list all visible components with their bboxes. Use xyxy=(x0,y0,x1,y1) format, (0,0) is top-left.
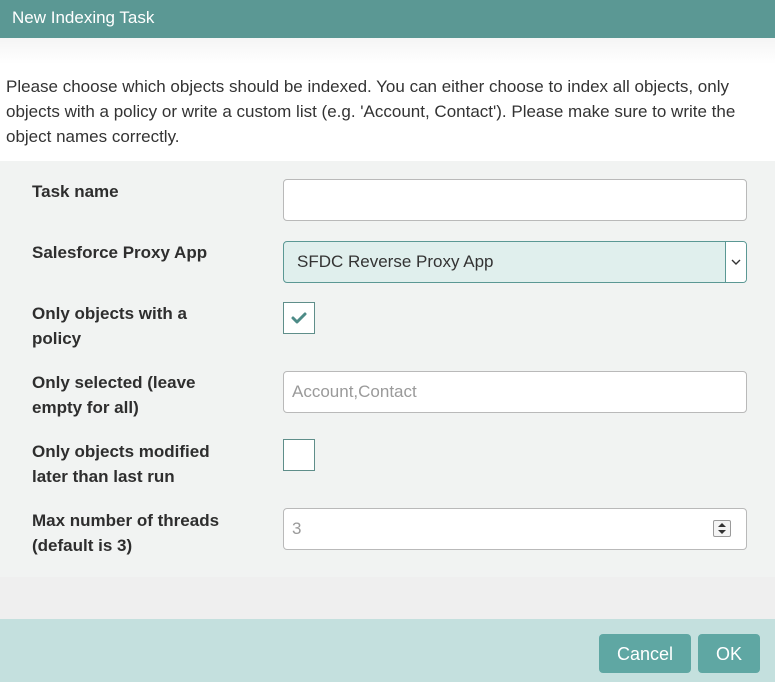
proxy-app-label: Salesforce Proxy App xyxy=(32,243,208,262)
only-selected-input[interactable] xyxy=(283,371,747,413)
modified-since-last-run-checkbox[interactable] xyxy=(283,439,315,471)
dialog-title-bar: New Indexing Task xyxy=(0,0,775,38)
only-selected-label: Only selected (leave empty for all) xyxy=(32,373,196,417)
max-threads-input[interactable] xyxy=(283,508,747,550)
only-with-policy-checkbox[interactable] xyxy=(283,302,315,334)
chevron-down-icon[interactable] xyxy=(725,242,746,282)
intro-text: Please choose which objects should be in… xyxy=(0,64,775,161)
task-name-label: Task name xyxy=(32,182,119,201)
task-name-input[interactable] xyxy=(283,179,747,221)
form-spacer xyxy=(0,577,775,619)
proxy-app-selected-value: SFDC Reverse Proxy App xyxy=(297,252,494,271)
proxy-app-select[interactable]: SFDC Reverse Proxy App xyxy=(283,241,747,283)
max-threads-label: Max number of threads (default is 3) xyxy=(32,511,220,555)
dialog-title: New Indexing Task xyxy=(12,8,155,27)
modified-since-last-run-label: Only objects modified later than last ru… xyxy=(32,442,210,486)
ok-button[interactable]: OK xyxy=(698,634,760,673)
max-threads-field xyxy=(283,508,747,550)
header-divider xyxy=(0,38,775,64)
cancel-button[interactable]: Cancel xyxy=(599,634,691,673)
spinner-arrows-icon[interactable] xyxy=(713,520,731,537)
checkmark-icon xyxy=(291,312,307,324)
only-with-policy-label: Only objects with a policy xyxy=(32,304,187,348)
